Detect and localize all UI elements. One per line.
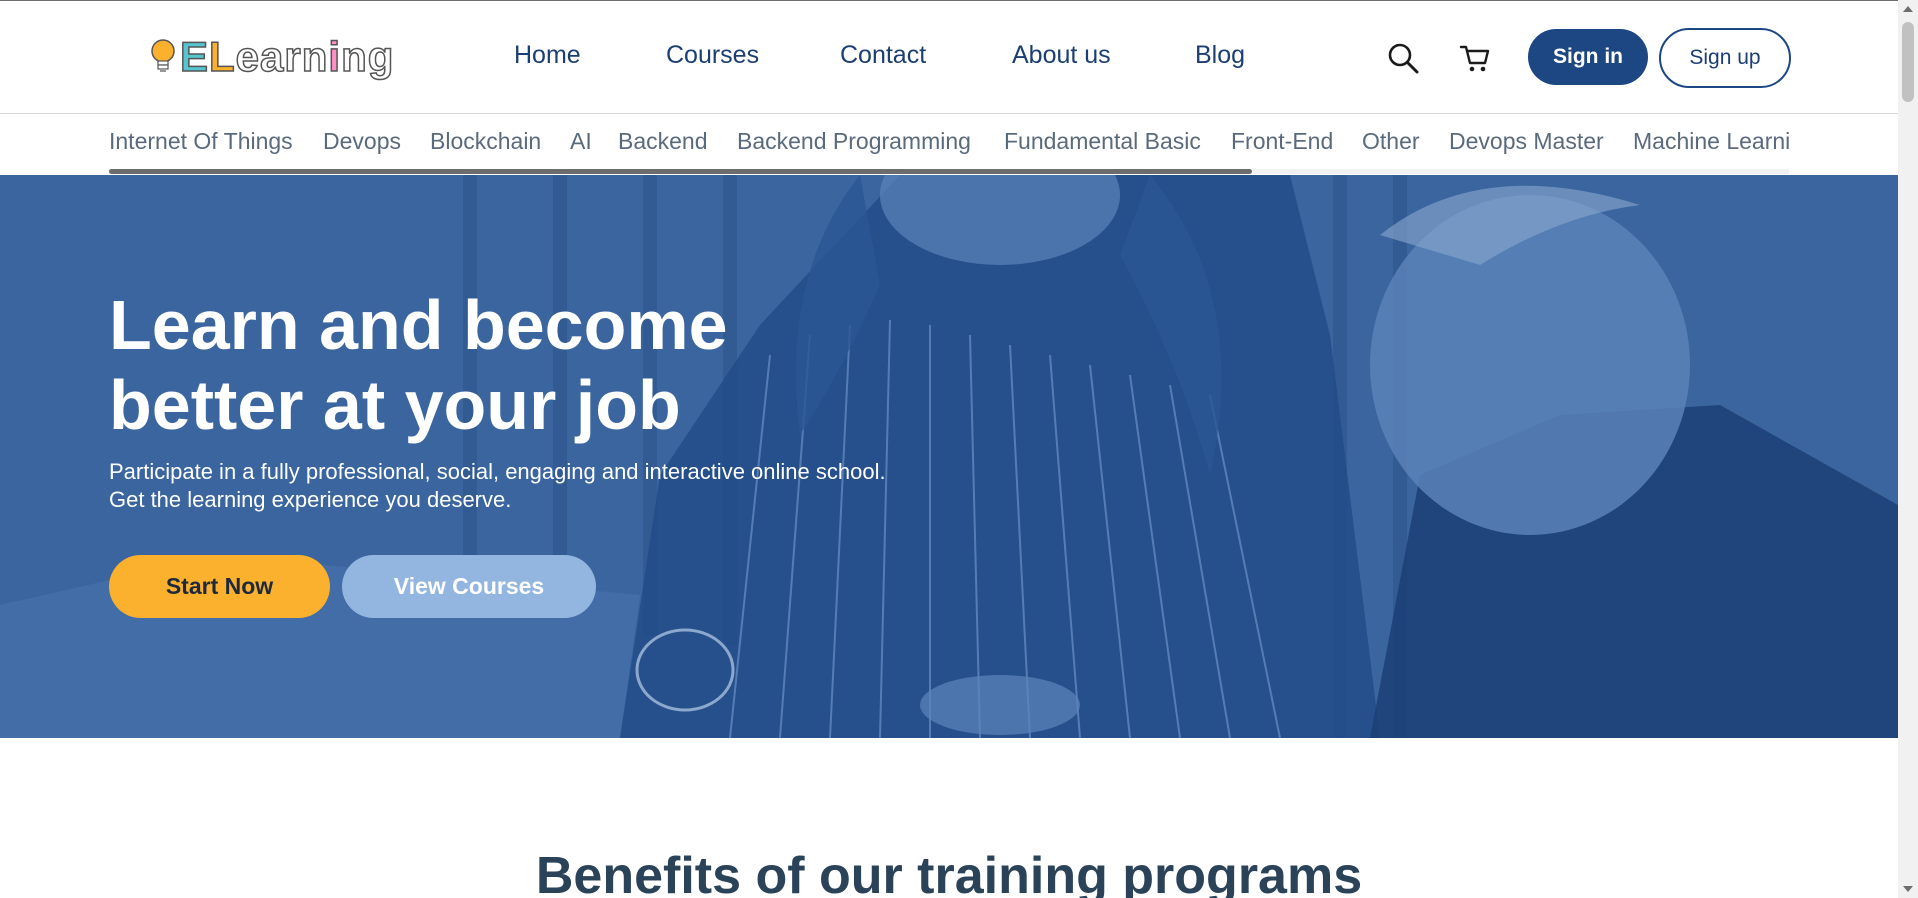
hero-title-line-1: Learn and become xyxy=(109,286,728,364)
nav-about-us[interactable]: About us xyxy=(1012,41,1111,70)
category-scroll-thumb[interactable] xyxy=(109,169,1252,174)
cart-icon[interactable] xyxy=(1458,41,1492,75)
nav-contact[interactable]: Contact xyxy=(840,41,926,70)
hero: Learn and become better at your job Part… xyxy=(0,175,1898,738)
scroll-up-arrow-icon[interactable] xyxy=(1903,6,1913,12)
hero-background-image xyxy=(0,175,1898,738)
sign-up-button[interactable]: Sign up xyxy=(1659,28,1791,88)
category-devops[interactable]: Devops xyxy=(323,128,401,155)
start-now-button[interactable]: Start Now xyxy=(109,555,330,618)
category-devops-master[interactable]: Devops Master xyxy=(1449,128,1604,155)
category-strip: Internet Of Things Devops Blockchain AI … xyxy=(109,114,1789,174)
nav-blog[interactable]: Blog xyxy=(1195,41,1245,70)
search-icon[interactable] xyxy=(1386,41,1420,75)
category-other[interactable]: Other xyxy=(1362,128,1420,155)
category-ai[interactable]: AI xyxy=(570,128,592,155)
page: ELearning Home Courses Contact About us … xyxy=(0,0,1898,898)
category-internet-of-things[interactable]: Internet Of Things xyxy=(109,128,293,155)
lightbulb-icon xyxy=(150,37,176,77)
nav-home[interactable]: Home xyxy=(514,41,581,70)
logo-text: ELearning xyxy=(179,32,395,80)
hero-subtitle-line-2: Get the learning experience you deserve. xyxy=(109,487,512,512)
site-header: ELearning Home Courses Contact About us … xyxy=(0,1,1898,114)
category-fundamental-basic[interactable]: Fundamental Basic xyxy=(1004,128,1201,155)
scroll-thumb[interactable] xyxy=(1902,22,1914,102)
scroll-down-arrow-icon[interactable] xyxy=(1903,886,1913,892)
hero-title-line-2: better at your job xyxy=(109,366,681,444)
hero-subtitle: Participate in a fully professional, soc… xyxy=(109,458,1009,514)
logo[interactable]: ELearning xyxy=(150,34,394,79)
category-machine-learning[interactable]: Machine Learni xyxy=(1633,128,1789,155)
nav-courses[interactable]: Courses xyxy=(666,41,759,70)
page-scrollbar[interactable] xyxy=(1898,0,1918,898)
category-blockchain[interactable]: Blockchain xyxy=(430,128,541,155)
hero-subtitle-line-1: Participate in a fully professional, soc… xyxy=(109,459,886,484)
category-backend-programming[interactable]: Backend Programming xyxy=(737,128,971,155)
category-backend[interactable]: Backend xyxy=(618,128,708,155)
view-courses-button[interactable]: View Courses xyxy=(342,555,596,618)
sign-in-button[interactable]: Sign in xyxy=(1528,29,1648,85)
benefits-heading: Benefits of our training programs xyxy=(535,847,1363,898)
hero-title: Learn and become better at your job xyxy=(109,285,1009,445)
category-front-end[interactable]: Front-End xyxy=(1231,128,1333,155)
